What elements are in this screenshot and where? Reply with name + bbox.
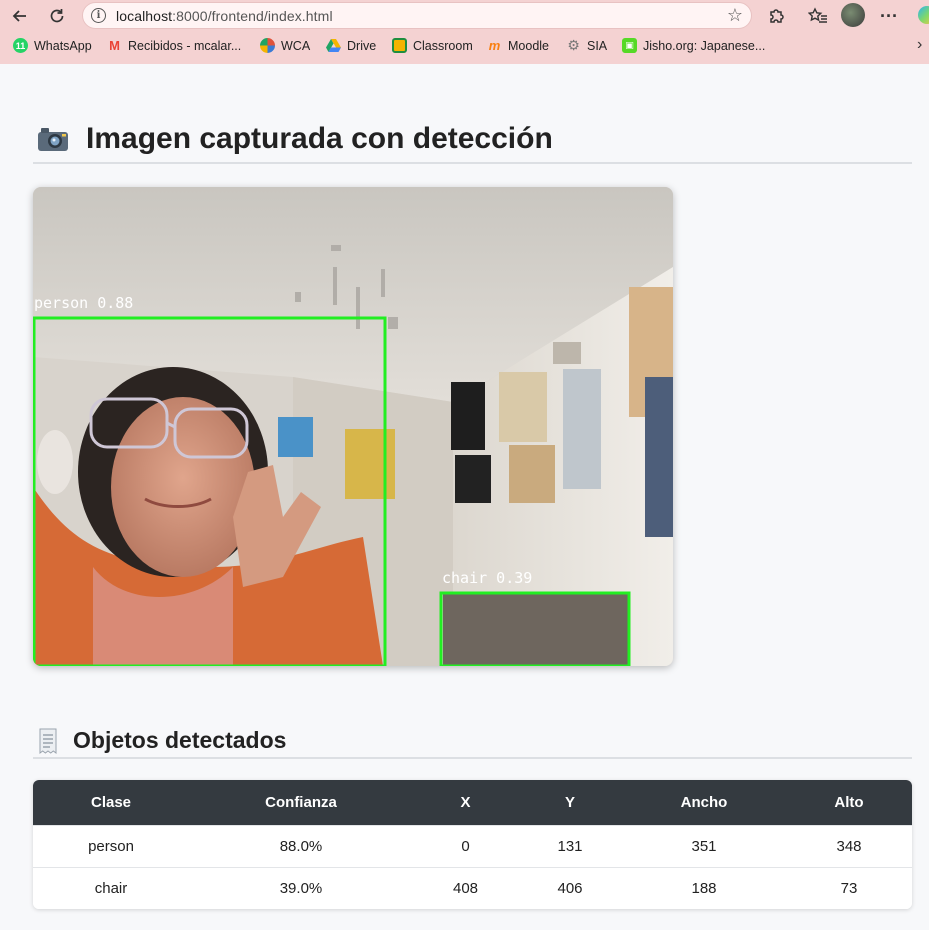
table-row: chair 39.0% 408 406 188 73 xyxy=(33,866,912,909)
cell-x: 408 xyxy=(413,866,518,909)
captured-image: person 0.88 chair 0.39 xyxy=(33,187,673,666)
favorites-button[interactable] xyxy=(806,4,830,28)
bookmark-whatsapp[interactable]: 11 WhatsApp xyxy=(13,38,92,53)
header-alto: Alto xyxy=(786,780,912,825)
browser-toolbar: i localhost:8000/frontend/index.html ☆ ·… xyxy=(0,0,929,32)
url-path: :8000/frontend/index.html xyxy=(172,8,333,24)
person-face xyxy=(111,397,255,577)
favorites-list-icon xyxy=(808,7,827,23)
headphones xyxy=(37,430,73,494)
url-host: localhost xyxy=(116,8,173,24)
reload-button[interactable] xyxy=(45,4,69,28)
more-menu-button[interactable]: ··· xyxy=(877,4,901,28)
whatsapp-icon: 11 xyxy=(13,38,28,53)
drive-icon xyxy=(326,38,341,53)
info-icon[interactable]: i xyxy=(91,8,106,23)
detections-heading: Objetos detectados xyxy=(33,724,912,759)
bookmark-label: WCA xyxy=(281,38,311,53)
cell-alto: 348 xyxy=(786,824,912,867)
detection-label-chair: chair 0.39 xyxy=(442,569,532,587)
browser-chrome: i localhost:8000/frontend/index.html ☆ ·… xyxy=(0,0,929,64)
header-confianza: Confianza xyxy=(189,780,413,825)
main-heading: Imagen capturada con detección xyxy=(33,122,912,164)
chevron-right-icon[interactable]: › xyxy=(917,36,922,54)
detection-label-person: person 0.88 xyxy=(34,294,133,312)
moodle-icon: m xyxy=(488,38,501,53)
bookmark-label: Recibidos - mcalar... xyxy=(128,38,242,53)
bookmark-label: Classroom xyxy=(413,38,473,53)
reload-icon xyxy=(50,9,64,23)
poster-blue-small xyxy=(278,417,313,457)
poster-small xyxy=(553,342,581,364)
poster-map xyxy=(499,372,547,442)
camera-icon xyxy=(38,128,68,151)
bookmark-moodle[interactable]: m Moodle xyxy=(487,38,549,53)
bookmark-label: Drive xyxy=(347,38,377,53)
bookmark-drive[interactable]: Drive xyxy=(326,38,376,53)
header-x: X xyxy=(413,780,518,825)
cell-alto: 73 xyxy=(786,866,912,909)
cell-confianza: 88.0% xyxy=(189,824,413,867)
table-row: person 88.0% 0 131 351 348 xyxy=(33,824,912,867)
profile-avatar[interactable] xyxy=(841,3,865,27)
bookmark-classroom[interactable]: Classroom xyxy=(392,38,473,53)
section-title: Objetos detectados xyxy=(73,727,287,753)
bookmark-label: SIA xyxy=(587,38,608,53)
cell-y: 406 xyxy=(518,866,622,909)
receipt-icon xyxy=(39,728,57,754)
back-button[interactable] xyxy=(8,4,32,28)
poster-blue xyxy=(645,377,673,537)
puzzle-icon xyxy=(770,9,784,23)
detection-canvas: person 0.88 chair 0.39 xyxy=(33,187,673,666)
jisho-icon: ▣ xyxy=(622,38,637,53)
classroom-icon xyxy=(392,38,407,53)
poster-wanted xyxy=(509,445,555,503)
page-title: Imagen capturada con detección xyxy=(86,122,553,155)
address-bar[interactable]: i localhost:8000/frontend/index.html ☆ xyxy=(82,2,752,29)
bookmark-gmail[interactable]: M Recibidos - mcalar... xyxy=(107,38,241,53)
url-text: localhost:8000/frontend/index.html xyxy=(116,8,333,24)
cell-x: 0 xyxy=(413,824,518,867)
ellipsis-icon: ··· xyxy=(880,5,898,26)
bookmark-label: WhatsApp xyxy=(34,38,92,53)
cell-ancho: 188 xyxy=(622,866,786,909)
poster-black-flag-2 xyxy=(455,455,491,503)
cell-clase: person xyxy=(33,824,189,867)
wca-icon xyxy=(260,38,275,53)
gmail-icon: M xyxy=(109,38,120,53)
header-ancho: Ancho xyxy=(622,780,786,825)
header-clase: Clase xyxy=(33,780,189,825)
detections-table: Clase Confianza X Y Ancho Alto person 88… xyxy=(33,780,912,909)
bookmark-label: Moodle xyxy=(508,38,549,53)
header-y: Y xyxy=(518,780,622,825)
table-header-row: Clase Confianza X Y Ancho Alto xyxy=(33,780,912,825)
cell-ancho: 351 xyxy=(622,824,786,867)
bookmark-label: Jisho.org: Japanese... xyxy=(643,38,766,53)
extensions-button[interactable] xyxy=(764,4,788,28)
bookmarks-bar: 11 WhatsApp M Recibidos - mcalar... WCA … xyxy=(0,34,929,60)
bookmark-jisho[interactable]: ▣ Jisho.org: Japanese... xyxy=(622,38,765,53)
poster-anime xyxy=(345,429,395,499)
bookmark-sia[interactable]: ⚙ SIA xyxy=(566,37,608,53)
cell-clase: chair xyxy=(33,866,189,909)
poster-black-flag xyxy=(451,382,485,450)
arrow-left-icon xyxy=(12,10,26,22)
favorite-star-icon[interactable]: ☆ xyxy=(727,5,743,26)
sia-icon: ⚙ xyxy=(567,37,580,53)
cell-confianza: 39.0% xyxy=(189,866,413,909)
cell-y: 131 xyxy=(518,824,622,867)
bookmark-wca[interactable]: WCA xyxy=(260,38,310,53)
copilot-icon[interactable] xyxy=(918,6,929,24)
poster-scroll xyxy=(563,369,601,489)
chair-object xyxy=(443,594,629,666)
